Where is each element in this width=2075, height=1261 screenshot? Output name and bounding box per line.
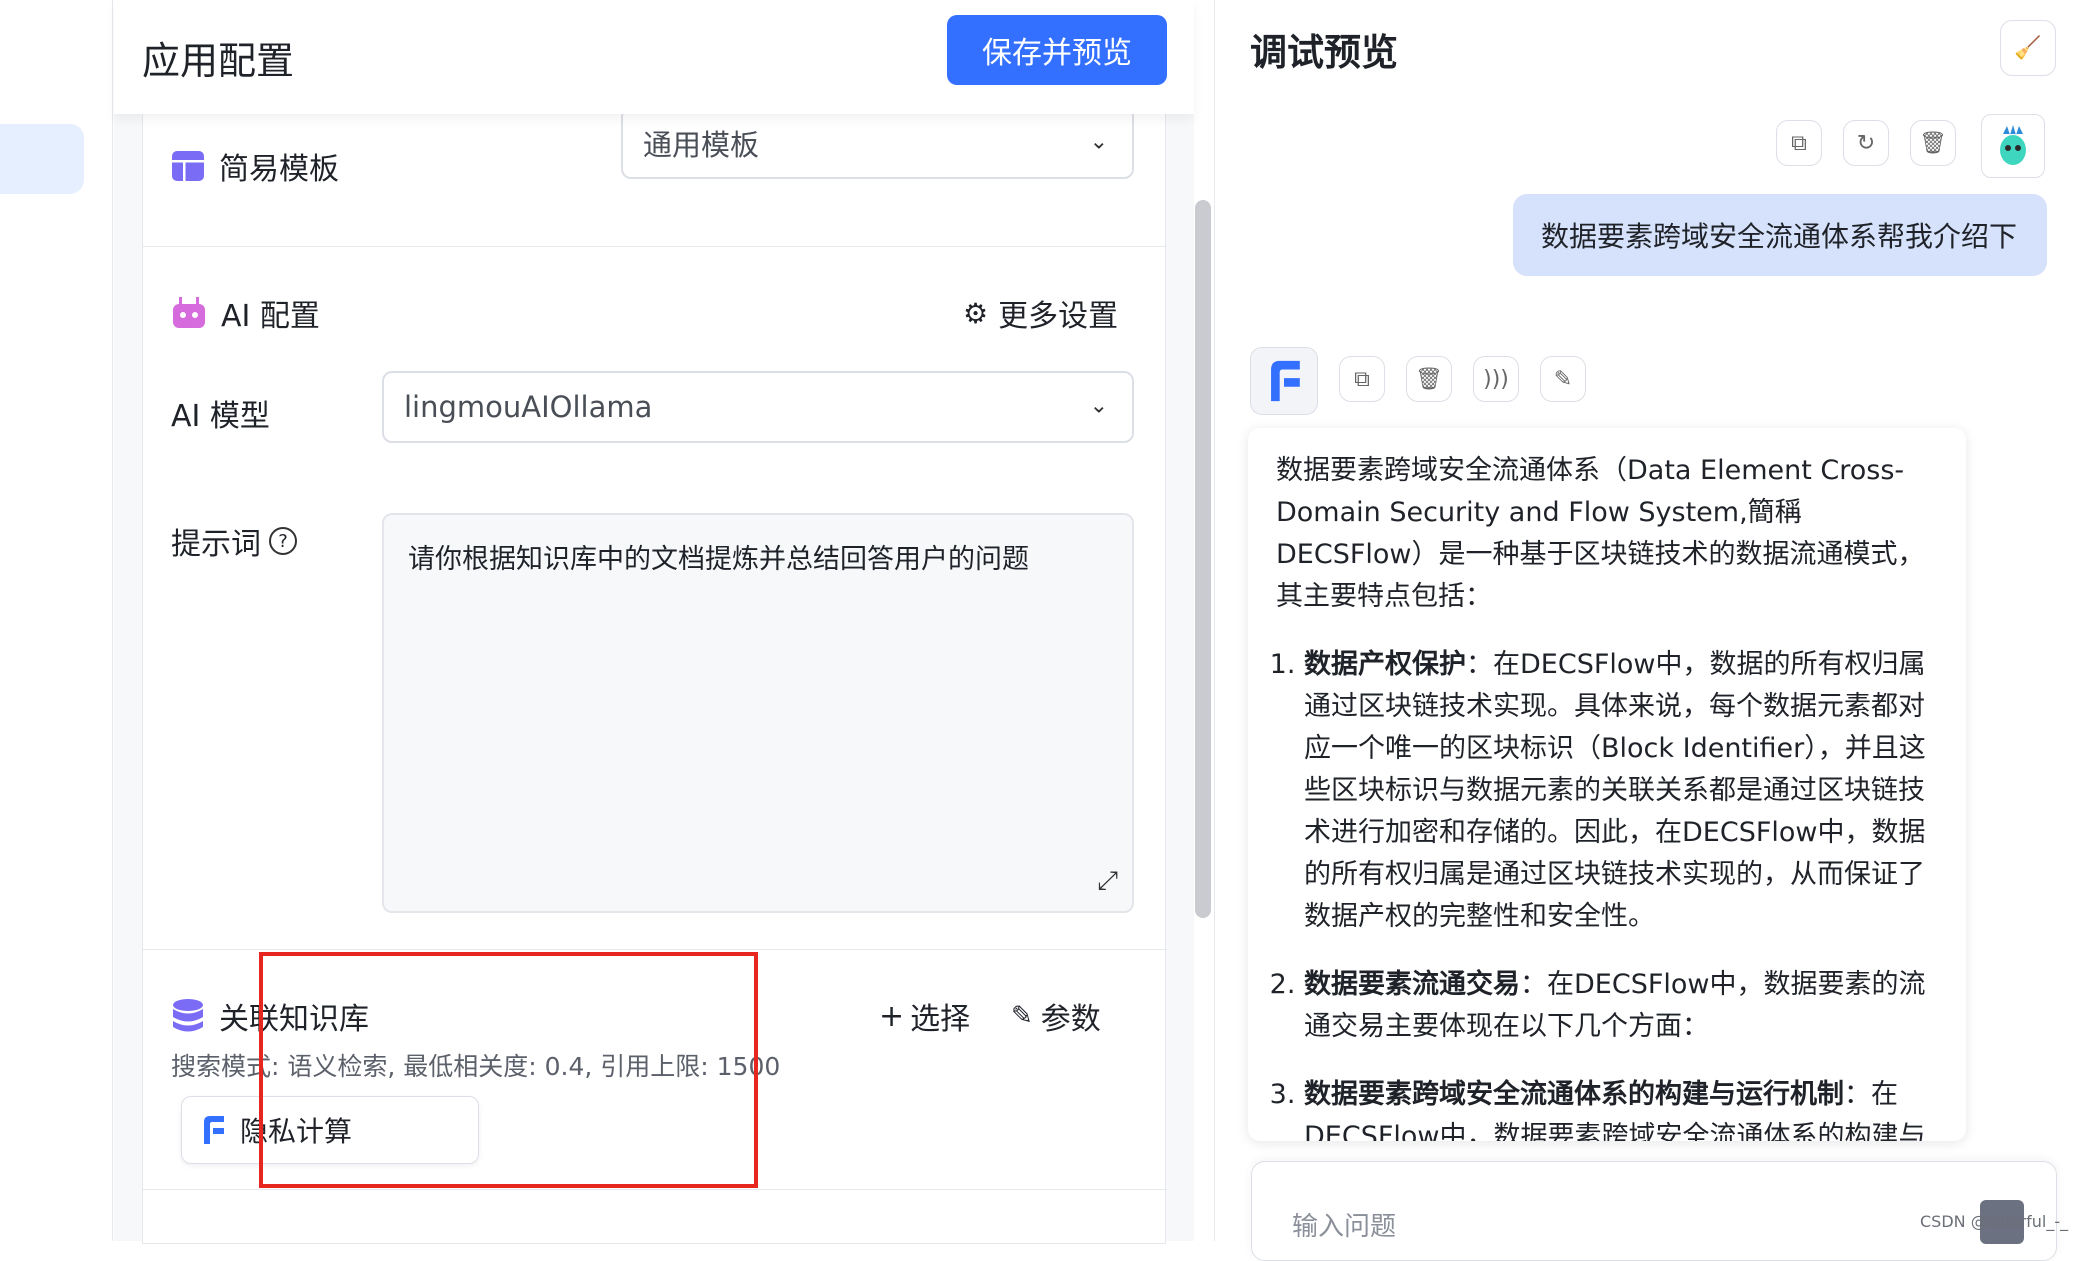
bot-list: 数据产权保护：在DECSFlow中，数据的所有权归属通过区块链技术实现。具体来说… xyxy=(1276,644,1940,1141)
app-logo-icon xyxy=(204,1116,224,1144)
plus-icon: + xyxy=(879,998,905,1034)
list-item: 数据要素跨域安全流通体系的构建与运行机制：在DECSFlow中，数据要素跨域安全… xyxy=(1304,1074,1940,1141)
prompt-label-row: 提示词 ? xyxy=(171,519,297,563)
list-item: 数据要素流通交易：在DECSFlow中，数据要素的流通交易主要体现在以下几个方面… xyxy=(1304,964,1940,1048)
divider xyxy=(143,949,1167,950)
nav-active-item[interactable] xyxy=(0,124,84,194)
pencil-icon[interactable]: ✎ xyxy=(1540,356,1586,402)
select-knowledge-button[interactable]: + 选择 xyxy=(879,994,970,1038)
question-input[interactable]: 输入问题 xyxy=(1251,1161,2057,1261)
help-icon[interactable]: ? xyxy=(269,527,297,555)
database-icon xyxy=(173,999,203,1032)
select-knowledge-label: 选择 xyxy=(910,1002,971,1037)
debug-panel: 调试预览 🧹 ⧉ ↻ 🗑 数据要素跨域安全流通体系帮我介绍下 ⧉ 🗑 ))) ✎… xyxy=(1215,0,2075,1261)
config-panel: 应用配置 保存并预览 简易模板 通用模板 ⌄ AI 配置 ⚙ 更多设置 AI 模… xyxy=(114,0,1194,1244)
params-button[interactable]: ✎ 参数 xyxy=(1011,994,1101,1038)
template-label: 简易模板 xyxy=(219,152,339,187)
ai-config-row: AI 配置 xyxy=(171,291,320,335)
scrollbar-thumb[interactable] xyxy=(1195,200,1211,918)
input-placeholder: 输入问题 xyxy=(1292,1212,1397,1242)
divider xyxy=(143,1189,1167,1190)
more-settings-label: 更多设置 xyxy=(998,299,1119,334)
bot-avatar xyxy=(1250,347,1318,415)
config-header: 应用配置 保存并预览 xyxy=(114,0,1194,114)
user-avatar xyxy=(1981,114,2045,178)
ai-config-label: AI 配置 xyxy=(221,299,320,334)
speaker-icon[interactable]: ))) xyxy=(1473,356,1519,402)
ai-model-label: AI 模型 xyxy=(171,399,270,434)
copy-icon[interactable]: ⧉ xyxy=(1339,356,1385,402)
highlight-box xyxy=(259,952,758,1188)
robot-icon xyxy=(173,297,205,328)
prompt-textarea[interactable]: 请你根据知识库中的文档提炼并总结回答用户的问题 ⤢ xyxy=(382,513,1134,913)
app-logo-icon xyxy=(1271,360,1300,402)
trash-icon[interactable]: 🗑 xyxy=(1406,356,1452,402)
trash-icon[interactable]: 🗑 xyxy=(1910,120,1956,166)
copy-icon[interactable]: ⧉ xyxy=(1776,120,1822,166)
avatar-icon xyxy=(2000,125,2026,165)
left-nav xyxy=(0,0,113,1241)
prompt-text: 请你根据知识库中的文档提炼并总结回答用户的问题 xyxy=(408,544,1029,575)
bot-intro: 数据要素跨域安全流通体系（Data Element Cross-Domain S… xyxy=(1276,455,1925,612)
refresh-icon[interactable]: ↻ xyxy=(1843,120,1889,166)
broom-icon[interactable]: 🧹 xyxy=(2000,20,2056,76)
template-icon xyxy=(172,151,204,181)
more-settings-button[interactable]: ⚙ 更多设置 xyxy=(963,291,1118,335)
expand-icon[interactable]: ⤢ xyxy=(1097,866,1118,897)
ai-model-value: lingmouAIOllama xyxy=(404,390,653,424)
gear-icon: ⚙ xyxy=(963,296,989,330)
prompt-label: 提示词 xyxy=(171,527,261,562)
ai-model-select[interactable]: lingmouAIOllama ⌄ xyxy=(382,371,1134,443)
save-preview-button[interactable]: 保存并预览 xyxy=(947,15,1167,85)
bot-message: 数据要素跨域安全流通体系（Data Element Cross-Domain S… xyxy=(1248,428,1966,1141)
divider xyxy=(143,246,1167,247)
debug-title: 调试预览 xyxy=(1250,31,1398,74)
user-message: 数据要素跨域安全流通体系帮我介绍下 xyxy=(1513,194,2047,276)
params-label: 参数 xyxy=(1040,1002,1101,1037)
template-row: 简易模板 xyxy=(171,144,339,188)
list-item: 数据产权保护：在DECSFlow中，数据的所有权归属通过区块链技术实现。具体来说… xyxy=(1304,644,1940,938)
watermark: CSDN @colorful_-_ xyxy=(1920,1212,2069,1231)
template-select-value: 通用模板 xyxy=(643,128,760,162)
chevron-down-icon: ⌄ xyxy=(1089,129,1108,155)
page-title: 应用配置 xyxy=(142,39,295,83)
chevron-down-icon: ⌄ xyxy=(1089,393,1108,419)
edit-icon: ✎ xyxy=(1011,1001,1033,1031)
template-select[interactable]: 通用模板 ⌄ xyxy=(621,107,1134,179)
